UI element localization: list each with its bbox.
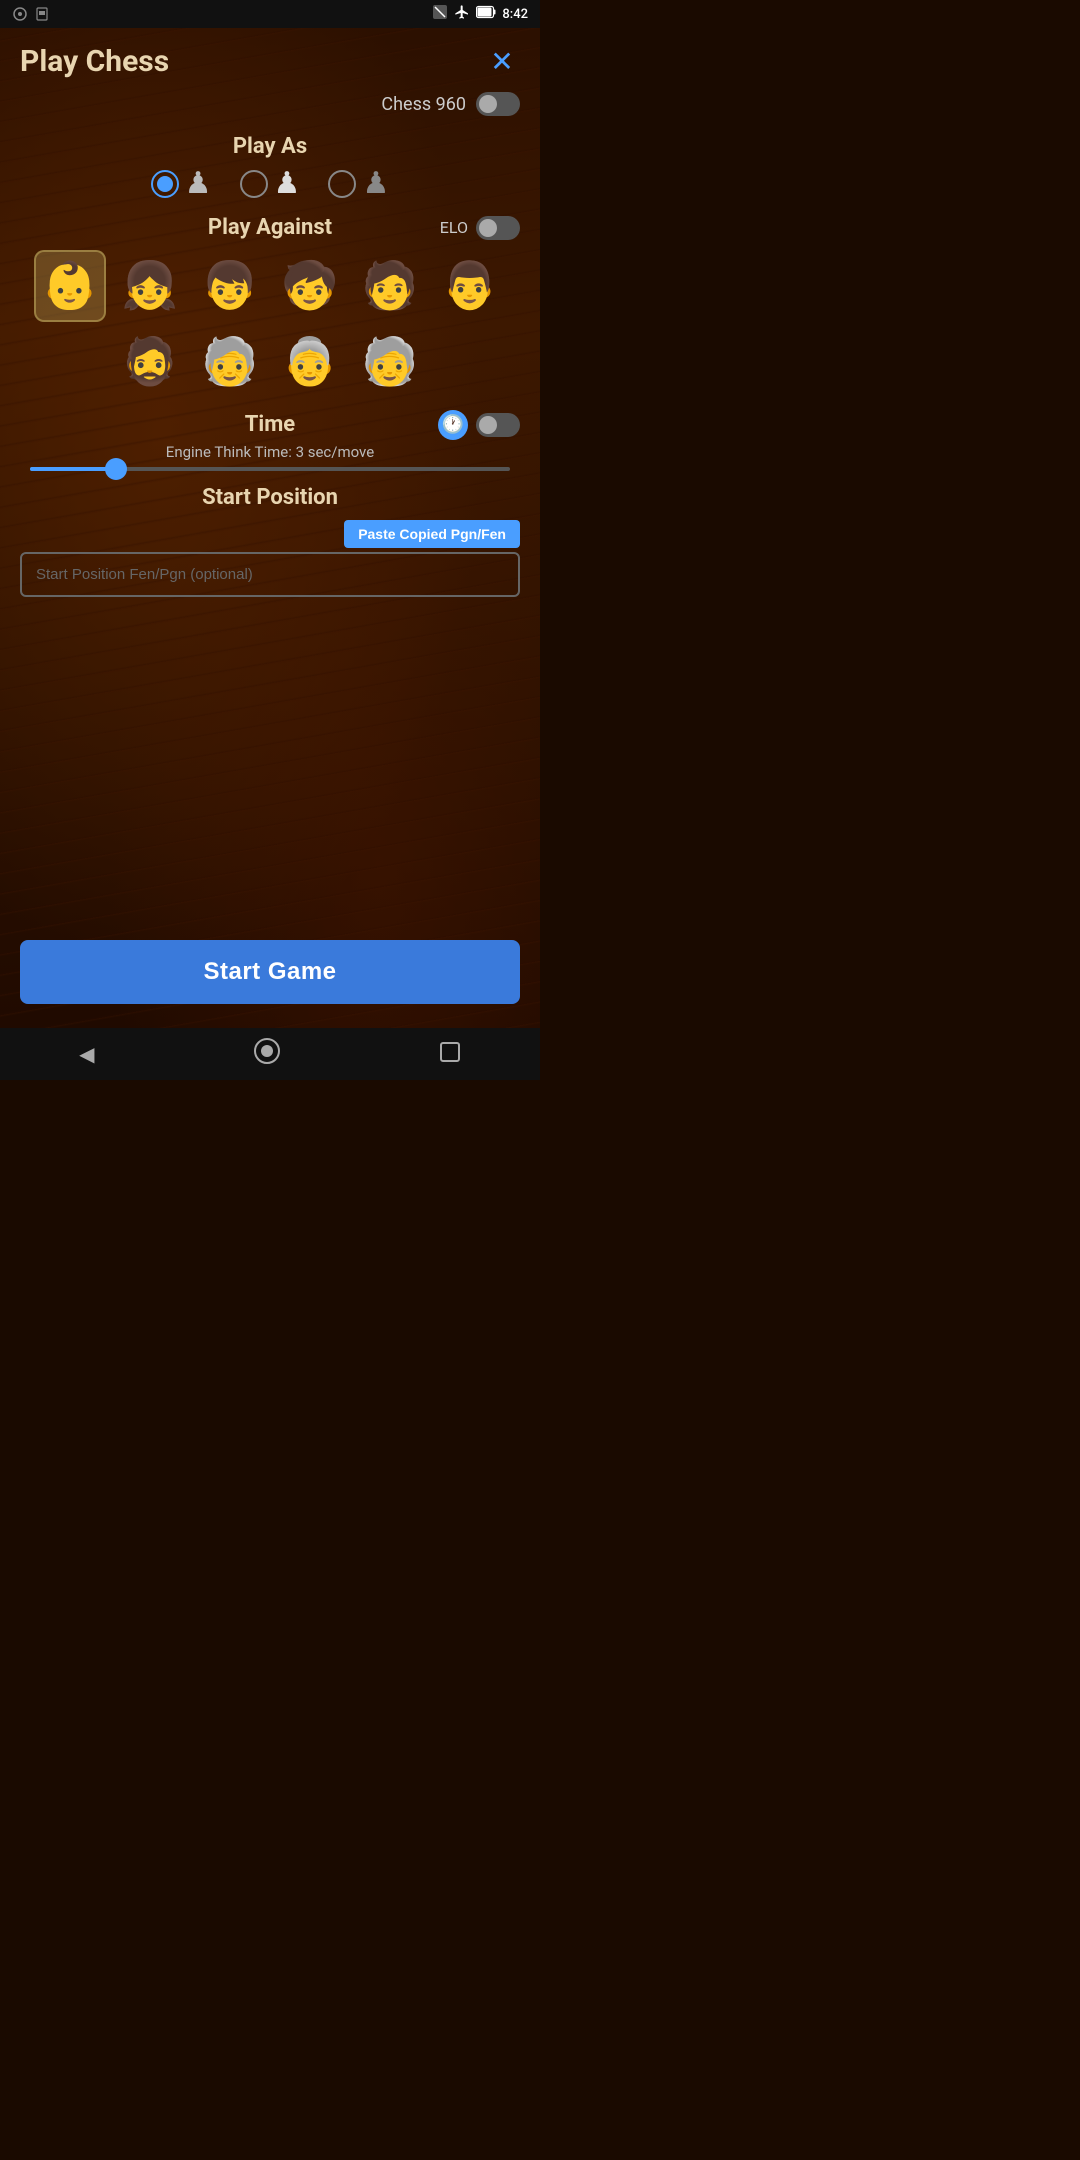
time-title: Time bbox=[245, 412, 295, 437]
close-icon: ✕ bbox=[490, 48, 513, 76]
clock-icon: 🕐 bbox=[438, 410, 468, 440]
engine-time-label: Engine Think Time: 3 sec/move bbox=[20, 443, 520, 461]
chess960-label: Chess 960 bbox=[381, 94, 466, 115]
chess960-row: Chess 960 bbox=[20, 92, 520, 116]
page-title: Play Chess bbox=[20, 44, 169, 79]
black-piece-icon: ♟ bbox=[274, 169, 301, 199]
avatar-elderly[interactable]: 🧓 bbox=[354, 326, 426, 398]
chess960-toggle[interactable] bbox=[476, 92, 520, 116]
elo-row: ELO bbox=[440, 216, 520, 240]
play-as-black[interactable]: ♟ bbox=[240, 169, 301, 199]
play-as-white[interactable]: ♟ bbox=[151, 169, 212, 199]
play-against-section: Play Against ELO 👶 👧 👦 🧒 🧑 👨 bbox=[20, 215, 520, 398]
avatar-older-man[interactable]: 🧓 bbox=[194, 326, 266, 398]
time-controls: 🕐 bbox=[438, 410, 520, 440]
elo-label: ELO bbox=[440, 218, 468, 237]
elo-toggle[interactable] bbox=[476, 216, 520, 240]
play-as-group: ♟ ♟ ♟ bbox=[20, 169, 520, 199]
avatar-grid: 👶 👧 👦 🧒 🧑 👨 🧔 🧓 👵 🧓 bbox=[20, 250, 520, 398]
avatar-person[interactable]: 🧑 bbox=[354, 250, 426, 322]
slider-fill bbox=[30, 467, 116, 471]
slider-container bbox=[20, 467, 520, 471]
avatar-row-1: 👶 👧 👦 🧒 🧑 👨 bbox=[20, 250, 520, 322]
close-button[interactable]: ✕ bbox=[484, 44, 520, 80]
avatar-girl[interactable]: 👧 bbox=[114, 250, 186, 322]
paste-pgn-button[interactable]: Paste Copied Pgn/Fen bbox=[344, 520, 520, 548]
start-position-title: Start Position bbox=[20, 485, 520, 510]
start-position-section: Start Position Paste Copied Pgn/Fen bbox=[20, 485, 520, 597]
start-game-area: Start Game bbox=[20, 940, 520, 1012]
time-slider-track[interactable] bbox=[30, 467, 510, 471]
avatar-baby[interactable]: 👶 bbox=[34, 250, 106, 322]
avatar-boy[interactable]: 👦 bbox=[194, 250, 266, 322]
avatar-older-woman[interactable]: 👵 bbox=[274, 326, 346, 398]
time-toggle[interactable] bbox=[476, 413, 520, 437]
play-as-random[interactable]: ♟ bbox=[328, 169, 389, 199]
fen-input[interactable] bbox=[20, 552, 520, 597]
signal-icon bbox=[12, 6, 28, 22]
white-piece-icon: ♟ bbox=[185, 169, 212, 199]
airplane-icon bbox=[454, 4, 470, 24]
bottom-nav: ◀ bbox=[0, 1028, 540, 1080]
play-as-title: Play As bbox=[20, 134, 520, 159]
random-piece-icon: ♟ bbox=[362, 169, 389, 199]
play-as-black-radio[interactable] bbox=[240, 170, 268, 198]
battery-icon bbox=[476, 5, 496, 23]
recents-icon bbox=[439, 1041, 461, 1068]
home-icon bbox=[253, 1037, 281, 1071]
time-section: Time 🕐 Engine Think Time: 3 sec/move bbox=[20, 412, 520, 471]
avatar-child[interactable]: 🧒 bbox=[274, 250, 346, 322]
clock-time: 8:42 bbox=[502, 7, 528, 22]
start-game-button[interactable]: Start Game bbox=[20, 940, 520, 1004]
play-as-white-radio[interactable] bbox=[151, 170, 179, 198]
home-button[interactable] bbox=[233, 1029, 301, 1079]
notification-off-icon bbox=[432, 4, 448, 24]
status-bar: 8:42 bbox=[0, 0, 540, 28]
play-as-section: Play As ♟ ♟ ♟ bbox=[20, 134, 520, 199]
slider-thumb[interactable] bbox=[105, 458, 127, 480]
play-against-title: Play Against bbox=[208, 215, 332, 240]
recents-button[interactable] bbox=[419, 1033, 481, 1076]
avatar-row-2: 🧔 🧓 👵 🧓 bbox=[20, 326, 520, 398]
sim-icon bbox=[34, 6, 50, 22]
back-button[interactable]: ◀ bbox=[59, 1034, 114, 1074]
back-icon: ◀ bbox=[79, 1042, 94, 1066]
avatar-bearded-man[interactable]: 🧔 bbox=[114, 326, 186, 398]
avatar-man[interactable]: 👨 bbox=[434, 250, 506, 322]
play-as-random-radio[interactable] bbox=[328, 170, 356, 198]
